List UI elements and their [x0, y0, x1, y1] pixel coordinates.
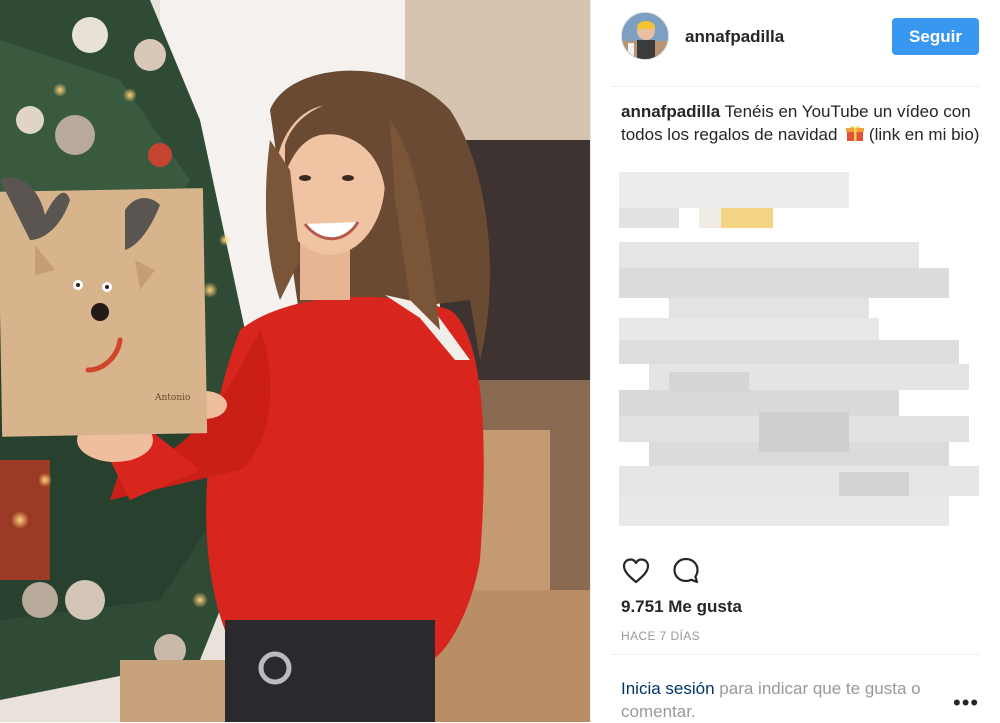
post-caption: annafpadilla Tenéis en YouTube un vídeo … [621, 100, 981, 146]
login-link[interactable]: Inicia sesión [621, 679, 715, 698]
post-details-panel: annafpadilla Seguir annafpadilla Tenéis … [590, 0, 1000, 722]
avatar-image [622, 13, 668, 59]
avatar[interactable] [621, 12, 669, 60]
follow-button[interactable]: Seguir [892, 18, 979, 55]
caption-author[interactable]: annafpadilla [621, 102, 720, 121]
header-divider [611, 86, 979, 87]
login-prompt: Inicia sesión para indicar que te gusta … [621, 677, 951, 723]
heart-icon[interactable] [621, 556, 651, 586]
gift-tag-text: Antonio [154, 393, 190, 403]
christmas-photo: Antonio [0, 0, 590, 722]
like-count[interactable]: 9.751 Me gusta [621, 597, 742, 617]
more-options-icon[interactable]: ••• [953, 690, 979, 716]
gift-emoji-icon [846, 125, 865, 142]
post-photo[interactable]: Antonio [0, 0, 590, 722]
username[interactable]: annafpadilla [685, 27, 784, 47]
post-timestamp[interactable]: HACE 7 DÍAS [621, 629, 700, 643]
post-actions [621, 556, 741, 586]
caption-tail: (link en mi bio) [868, 125, 980, 144]
comment-bubble-icon[interactable] [671, 556, 701, 586]
post-header: annafpadilla Seguir [591, 0, 1000, 86]
blurred-comments [609, 172, 989, 552]
footer-divider [611, 654, 979, 655]
